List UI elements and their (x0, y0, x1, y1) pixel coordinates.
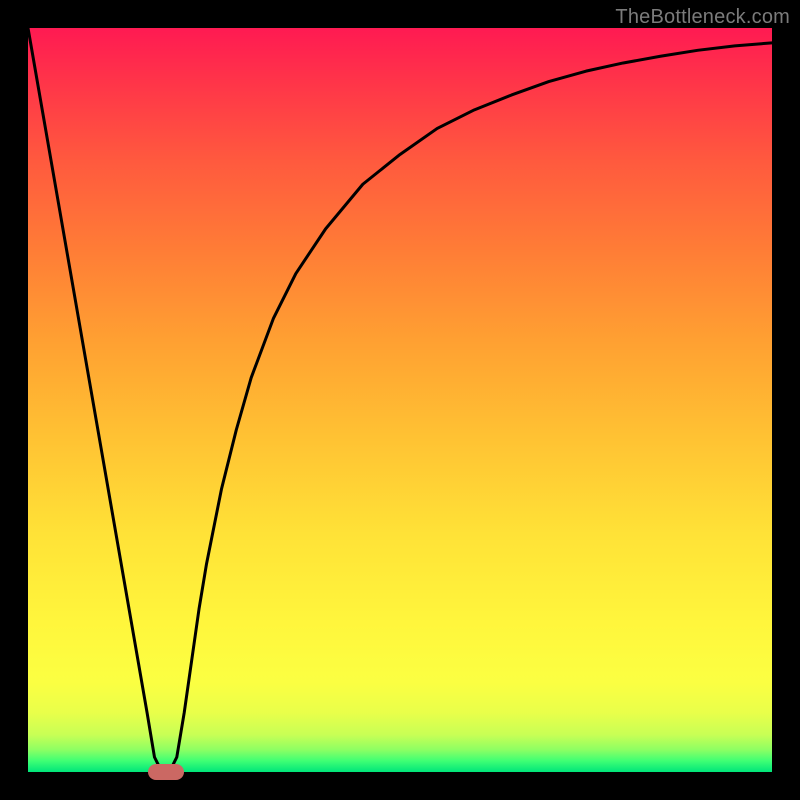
chart-frame: TheBottleneck.com (0, 0, 800, 800)
optimal-marker (148, 764, 184, 780)
watermark-text: TheBottleneck.com (615, 6, 790, 29)
plot-area (28, 28, 772, 772)
bottleneck-curve (28, 28, 772, 772)
